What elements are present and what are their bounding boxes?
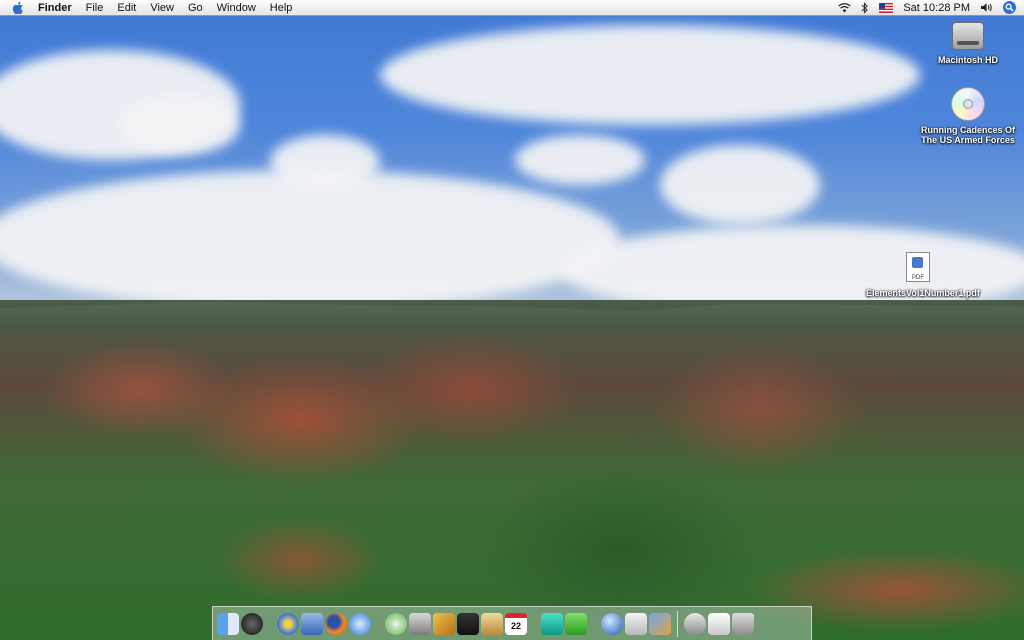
finder-icon[interactable]	[217, 612, 239, 635]
hard-drive-icon	[952, 22, 984, 50]
downloads-stack-icon[interactable]	[684, 612, 706, 635]
cloud	[120, 95, 240, 155]
menu-bar: Finder File Edit View Go Window Help Sat…	[0, 0, 1024, 16]
system-preferences-icon[interactable]	[277, 612, 299, 635]
photo-app-icon[interactable]	[649, 612, 671, 635]
menu-view[interactable]: View	[143, 0, 181, 16]
address-book-icon[interactable]	[481, 612, 503, 635]
menu-extras: Sat 10:28 PM	[838, 1, 1024, 14]
ical-date: 22	[510, 621, 521, 631]
menu-edit[interactable]: Edit	[110, 0, 143, 16]
garageband-icon[interactable]	[457, 612, 479, 635]
menu-file[interactable]: File	[79, 0, 111, 16]
cloud	[0, 170, 620, 310]
cloud	[515, 135, 645, 185]
safari-icon[interactable]	[349, 612, 371, 635]
desktop-icon-cd[interactable]: Running Cadences Of The US Armed Forces	[913, 87, 1023, 145]
pdf-document-icon: PDF	[906, 252, 930, 282]
cloud	[660, 145, 820, 225]
menu-help[interactable]: Help	[263, 0, 300, 16]
trash-icon[interactable]	[732, 612, 754, 635]
imovie-icon[interactable]	[433, 612, 455, 635]
firefox-icon[interactable]	[325, 612, 347, 635]
preview-icon[interactable]	[301, 612, 323, 635]
desktop-icon-macintosh-hd[interactable]: Macintosh HD	[913, 22, 1023, 65]
desktop-wallpaper	[0, 0, 1024, 640]
iphoto-icon[interactable]	[409, 612, 431, 635]
mail-document-icon[interactable]	[708, 612, 730, 635]
pdf-badge: PDF	[912, 275, 924, 281]
volume-icon[interactable]	[980, 2, 993, 13]
menubar-clock[interactable]: Sat 10:28 PM	[903, 2, 970, 14]
ical-icon[interactable]: 22	[505, 612, 527, 635]
itunes-icon[interactable]	[385, 612, 407, 635]
bluetooth-icon[interactable]	[861, 1, 869, 14]
us-flag-input-icon[interactable]	[879, 2, 894, 13]
dashboard-icon[interactable]	[241, 612, 263, 635]
apple-app-icon[interactable]	[625, 612, 647, 635]
desktop-icon-label: Macintosh HD	[937, 55, 998, 65]
pdf-preview-mark	[912, 257, 923, 268]
menu-window[interactable]: Window	[210, 0, 263, 16]
cloud	[380, 25, 920, 125]
desktop-icon-label: Running Cadences Of The US Armed Forces	[920, 125, 1015, 145]
wifi-icon[interactable]	[838, 2, 852, 13]
dreamweaver-icon[interactable]	[541, 612, 563, 635]
menu-finder[interactable]: Finder	[36, 0, 79, 16]
desktop-icon-pdf[interactable]: PDF ElementsVol1Number1.pdf	[863, 252, 980, 298]
google-earth-icon[interactable]	[601, 612, 623, 635]
spotlight-icon[interactable]	[1003, 1, 1016, 14]
cd-icon	[951, 87, 985, 121]
wallpaper-canyon	[0, 300, 1024, 640]
apple-menu-icon[interactable]	[12, 1, 26, 15]
utility-icon[interactable]	[565, 612, 587, 635]
dock: 22	[212, 606, 812, 640]
dock-separator	[677, 610, 678, 637]
menu-go[interactable]: Go	[181, 0, 210, 16]
desktop-icon-label: ElementsVol1Number1.pdf	[866, 288, 980, 298]
